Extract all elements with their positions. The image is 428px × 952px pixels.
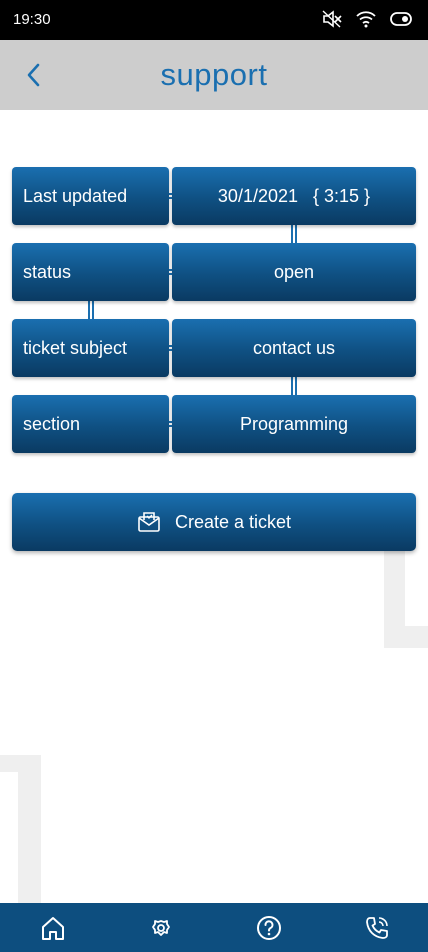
create-ticket-button[interactable]: Create a ticket	[12, 493, 416, 551]
row-label: Last updated	[23, 185, 128, 206]
ticket-subject-value: contact us	[172, 319, 416, 377]
nav-home[interactable]	[38, 913, 68, 943]
row-label: ticket subject	[23, 337, 128, 358]
connector-line	[88, 300, 94, 320]
settings-icon	[152, 920, 170, 936]
mute-icon	[322, 10, 342, 28]
nav-settings[interactable]	[146, 913, 176, 943]
last-updated-value: 30/1/2021 { 3:15 }	[172, 167, 416, 225]
background-decoration	[405, 550, 428, 626]
last-updated-label: Last updated	[12, 167, 169, 225]
status-bar: 19:30	[0, 0, 428, 40]
toggle-icon	[390, 12, 412, 26]
phone-icon	[366, 917, 388, 939]
row-value: open	[273, 261, 315, 282]
nav-help[interactable]	[254, 913, 284, 943]
status-icons	[322, 10, 412, 28]
home-icon	[42, 917, 64, 940]
section-value: Programming	[172, 395, 416, 453]
section-label: section	[12, 395, 169, 453]
ticket-subject-label: ticket subject	[12, 319, 169, 377]
create-ticket-label: Create a ticket	[174, 511, 292, 532]
header: support	[0, 40, 428, 110]
mail-icon	[138, 512, 160, 532]
nav-contact[interactable]	[362, 913, 392, 943]
row-label: section	[23, 413, 81, 434]
row-value: contact us	[252, 337, 336, 358]
status-value: open	[172, 243, 416, 301]
background-decoration	[0, 772, 18, 903]
help-icon	[257, 916, 281, 940]
wifi-icon	[356, 11, 376, 28]
row-label: status	[23, 261, 72, 282]
row-value: Programming	[239, 413, 349, 434]
row-value: 30/1/2021 { 3:15 }	[217, 185, 371, 206]
status-time: 19:30	[13, 11, 51, 28]
status-label: status	[12, 243, 169, 301]
connector-line	[291, 224, 297, 244]
bottom-nav	[0, 903, 428, 952]
connector-line	[291, 376, 297, 396]
page-title: support	[160, 57, 268, 92]
